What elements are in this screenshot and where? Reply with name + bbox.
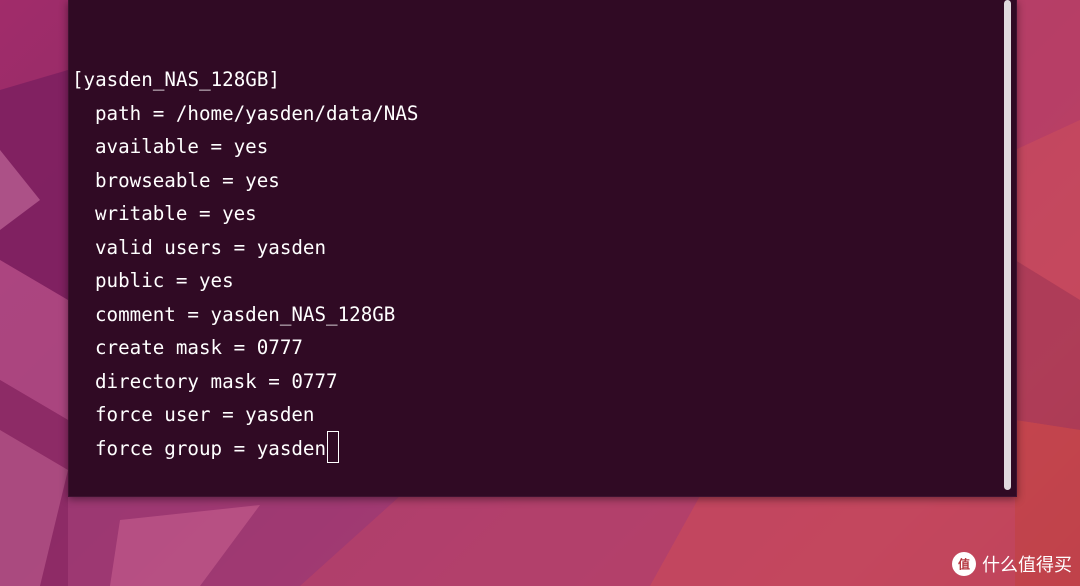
watermark: 值 什么值得买 xyxy=(952,551,1072,577)
config-line-force-group-text: force group = yasden xyxy=(95,436,327,460)
svg-text:值: 值 xyxy=(958,557,970,572)
text-cursor xyxy=(327,431,340,463)
config-line-force-group: force group = yasden xyxy=(72,431,418,466)
vertical-scrollbar[interactable] xyxy=(1004,0,1011,490)
watermark-text: 什么值得买 xyxy=(982,555,1072,576)
config-line-valid-users: valid users = yasden xyxy=(95,235,327,259)
config-section-header: [yasden_NAS_128GB] xyxy=(72,68,280,91)
desktop: [yasden_NAS_128GB] path = /home/yasden/d… xyxy=(0,0,1080,586)
config-line-create-mask: create mask = 0777 xyxy=(95,336,303,359)
config-line-comment: comment = yasden_NAS_128GB xyxy=(95,302,396,326)
terminal-output: [yasden_NAS_128GB] path = /home/yasden/d… xyxy=(72,63,418,465)
config-line-force-user: force user = yasden xyxy=(95,403,315,426)
smzdm-logo-icon: 值 xyxy=(952,552,976,576)
config-line-available: available = yes xyxy=(95,135,269,158)
config-line-public: public = yes xyxy=(95,269,234,292)
terminal-window[interactable]: [yasden_NAS_128GB] path = /home/yasden/d… xyxy=(68,0,1017,497)
config-line-writable: writable = yes xyxy=(95,202,257,225)
config-line-directory-mask: directory mask = 0777 xyxy=(95,369,338,393)
config-line-browseable: browseable = yes xyxy=(95,168,280,192)
config-line-path: path = /home/yasden/data/NAS xyxy=(95,101,419,125)
